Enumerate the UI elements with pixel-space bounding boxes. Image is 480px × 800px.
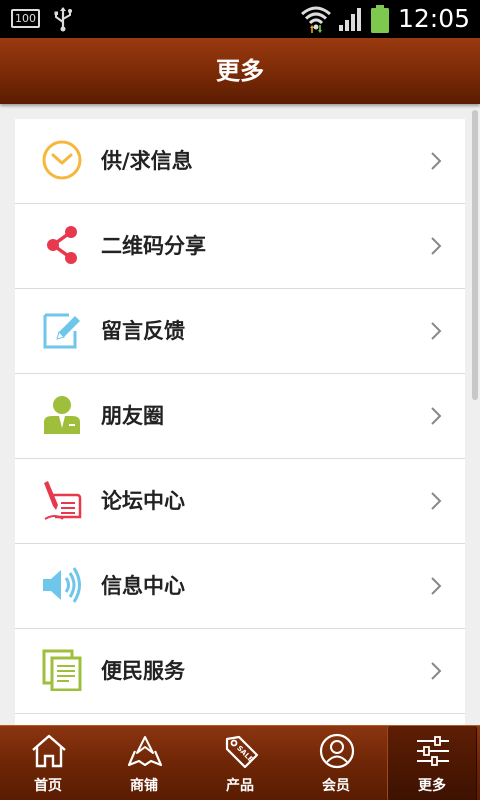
scrollbar[interactable] (472, 110, 478, 400)
nav-shops[interactable]: 商铺 (96, 726, 192, 800)
bottom-nav: 首页 商铺 SALE 产品 会员 更多 (0, 725, 480, 800)
chevron-right-icon (431, 237, 442, 255)
chevron-right-icon (431, 322, 442, 340)
nav-label: 商铺 (130, 778, 158, 794)
menu-list: 供/求信息 二维码分享 留言反馈 朋友圈 论坛中心 信息中心 便民服务 (15, 119, 465, 725)
nav-member[interactable]: 会员 (288, 726, 384, 800)
clock-icon (42, 140, 82, 180)
nav-more[interactable]: 更多 (387, 726, 477, 800)
share-icon (47, 226, 77, 264)
signal-icon (339, 8, 361, 31)
chevron-right-icon (431, 662, 442, 680)
pen-paper-icon (44, 481, 82, 520)
menu-item-label: 朋友圈 (101, 404, 164, 428)
chevron-right-icon (431, 492, 442, 510)
usb-icon (54, 7, 72, 32)
menu-item-label: 便民服务 (101, 659, 185, 683)
menu-item-label: 留言反馈 (101, 319, 185, 343)
menu-item-label: 论坛中心 (101, 489, 185, 513)
wifi-icon (301, 6, 331, 33)
menu-item-label: 二维码分享 (101, 234, 206, 258)
battery-level-badge: 100 (11, 9, 40, 28)
chevron-right-icon (431, 407, 442, 425)
documents-icon (42, 649, 82, 691)
menu-item-forum[interactable]: 论坛中心 (15, 459, 465, 544)
nav-label: 更多 (418, 778, 446, 794)
member-icon (319, 733, 355, 769)
title-bar: 更多 (0, 38, 480, 104)
sliders-icon (417, 736, 449, 766)
status-time: 12:05 (398, 4, 471, 33)
menu-item-convenience-services[interactable]: 便民服务 (15, 629, 465, 714)
person-icon (44, 396, 80, 434)
menu-item-label: 信息中心 (101, 574, 185, 598)
menu-item-label: 供/求信息 (101, 149, 193, 173)
sale-tag-icon: SALE (225, 735, 259, 769)
battery-icon (371, 5, 389, 33)
menu-item-qr-share[interactable]: 二维码分享 (15, 204, 465, 289)
menu-item-info-center[interactable]: 信息中心 (15, 544, 465, 629)
map-nav-icon (127, 736, 163, 767)
menu-item-friends[interactable]: 朋友圈 (15, 374, 465, 459)
nav-products[interactable]: SALE 产品 (192, 726, 288, 800)
chevron-right-icon (431, 152, 442, 170)
chevron-right-icon (431, 577, 442, 595)
edit-note-icon (43, 313, 80, 349)
status-bar: 100 12:05 (0, 0, 480, 38)
nav-home[interactable]: 首页 (0, 726, 96, 800)
menu-item-partial[interactable] (15, 714, 465, 725)
nav-label: 会员 (322, 778, 350, 794)
menu-item-supply-demand[interactable]: 供/求信息 (15, 119, 465, 204)
speaker-icon (43, 567, 81, 603)
menu-item-feedback[interactable]: 留言反馈 (15, 289, 465, 374)
home-icon (32, 734, 66, 768)
nav-label: 首页 (34, 778, 62, 794)
page-title: 更多 (216, 57, 264, 85)
nav-label: 产品 (226, 778, 254, 794)
